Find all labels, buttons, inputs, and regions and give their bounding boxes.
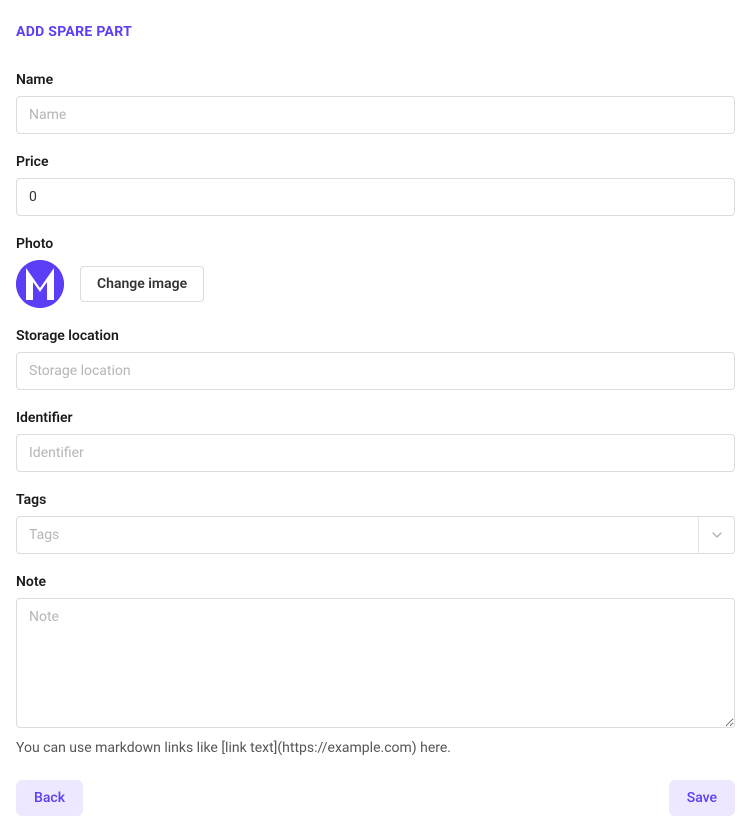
tags-placeholder: Tags — [17, 517, 698, 553]
change-image-button[interactable]: Change image — [80, 266, 204, 302]
chevron-down-icon — [698, 517, 734, 553]
price-input[interactable] — [16, 178, 735, 216]
back-button[interactable]: Back — [16, 780, 83, 816]
tags-select[interactable]: Tags — [16, 516, 735, 554]
note-label: Note — [16, 574, 735, 590]
save-button[interactable]: Save — [669, 780, 735, 816]
storage-location-label: Storage location — [16, 328, 735, 344]
identifier-label: Identifier — [16, 410, 735, 426]
photo-field-group: Photo Change image — [16, 236, 735, 308]
page-title: ADD SPARE PART — [16, 24, 735, 40]
note-help-text: You can use markdown links like [link te… — [16, 740, 735, 756]
note-field-group: Note You can use markdown links like [li… — [16, 574, 735, 756]
footer-actions: Back Save — [16, 780, 735, 816]
photo-row: Change image — [16, 260, 735, 308]
price-field-group: Price — [16, 154, 735, 216]
name-field-group: Name — [16, 72, 735, 134]
identifier-field-group: Identifier — [16, 410, 735, 472]
photo-label: Photo — [16, 236, 735, 252]
avatar-logo-icon — [16, 260, 64, 308]
identifier-input[interactable] — [16, 434, 735, 472]
name-input[interactable] — [16, 96, 735, 134]
price-label: Price — [16, 154, 735, 170]
tags-label: Tags — [16, 492, 735, 508]
name-label: Name — [16, 72, 735, 88]
storage-location-field-group: Storage location — [16, 328, 735, 390]
tags-field-group: Tags Tags — [16, 492, 735, 554]
note-textarea[interactable] — [16, 598, 735, 728]
avatar — [16, 260, 64, 308]
storage-location-input[interactable] — [16, 352, 735, 390]
